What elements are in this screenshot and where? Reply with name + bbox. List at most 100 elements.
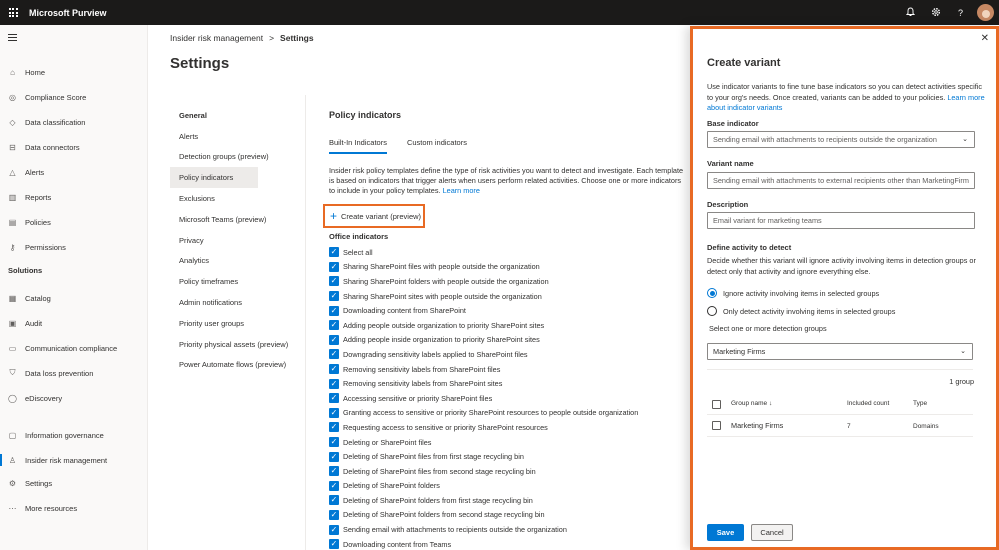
bell-icon[interactable]: [898, 7, 923, 19]
list-item[interactable]: ✓ Adding people inside organization to pr…: [329, 333, 638, 348]
list-item[interactable]: ✓ Removing sensitivity labels from ShareP…: [329, 362, 638, 377]
nav-item-insider-risk-management[interactable]: ♙ Insider risk management: [0, 450, 148, 470]
list-item[interactable]: ✓ Downgrading sensitivity labels applied …: [329, 347, 638, 362]
nav-item-policies[interactable]: ▤ Policies: [0, 212, 148, 232]
checkbox-checked[interactable]: ✓: [329, 305, 339, 316]
gear-icon[interactable]: [923, 7, 948, 19]
checkbox-checked[interactable]: ✓: [329, 422, 339, 433]
checkbox-checked[interactable]: ✓: [329, 495, 339, 506]
nav-item-permissions[interactable]: ⚷ Permissions: [0, 237, 148, 257]
settings-nav-item-privacy[interactable]: Privacy: [170, 230, 305, 251]
settings-nav-item-priority-user-groups[interactable]: Priority user groups: [170, 313, 305, 334]
app-launcher-icon[interactable]: [0, 0, 26, 25]
app-title[interactable]: Microsoft Purview: [29, 8, 107, 18]
list-item[interactable]: ✓ Deleting or SharePoint files: [329, 435, 638, 450]
settings-nav-item-exclusions[interactable]: Exclusions: [170, 188, 305, 209]
list-item[interactable]: ✓ Removing sensitivity labels from ShareP…: [329, 376, 638, 391]
list-item[interactable]: ✓ Sharing SharePoint folders with people …: [329, 274, 638, 289]
nav-item-information-governance[interactable]: ▢ Information governance: [0, 425, 148, 445]
checkbox-checked[interactable]: ✓: [329, 539, 339, 550]
column-included-count[interactable]: Included count: [847, 400, 889, 407]
column-type[interactable]: Type: [913, 400, 927, 407]
checkbox-checked[interactable]: ✓: [329, 320, 339, 331]
radio-button[interactable]: [707, 306, 717, 316]
checkbox-checked[interactable]: ✓: [329, 291, 339, 302]
create-variant-button[interactable]: + Create variant (preview): [323, 204, 425, 228]
table-row[interactable]: Marketing Firms 7 Domains: [707, 416, 973, 437]
variant-name-input[interactable]: Sending email with attachments to extern…: [707, 172, 975, 189]
checkbox-checked[interactable]: ✓: [329, 480, 339, 491]
checkbox-checked[interactable]: ✓: [329, 407, 339, 418]
checkbox-checked[interactable]: ✓: [329, 364, 339, 375]
help-icon[interactable]: ?: [948, 8, 973, 18]
avatar[interactable]: [977, 4, 994, 21]
list-item[interactable]: ✓ Sharing SharePoint files with people ou…: [329, 260, 638, 275]
list-item[interactable]: ✓ Deleting of SharePoint folders: [329, 479, 638, 494]
list-item[interactable]: ✓ Requesting access to sensitive or prior…: [329, 420, 638, 435]
list-item[interactable]: ✓ Accessing sensitive or priority SharePo…: [329, 391, 638, 406]
settings-nav-item-analytics[interactable]: Analytics: [170, 251, 305, 272]
settings-nav-item-detection-groups-preview[interactable]: Detection groups (preview): [170, 147, 305, 168]
list-item[interactable]: ✓ Downloading content from Teams: [329, 537, 638, 550]
list-item[interactable]: ✓ Deleting of SharePoint folders from sec…: [329, 508, 638, 523]
checkbox-checked[interactable]: ✓: [329, 261, 339, 272]
settings-nav-item-microsoft-teams-preview[interactable]: Microsoft Teams (preview): [170, 209, 305, 230]
nav-item-data-classification[interactable]: ◇ Data classification: [0, 112, 148, 132]
checkbox-checked[interactable]: ✓: [329, 334, 339, 345]
checkbox-checked[interactable]: ✓: [329, 393, 339, 404]
list-item[interactable]: ✓ Sending email with attachments to recip…: [329, 522, 638, 537]
description-input[interactable]: Email variant for marketing teams: [707, 212, 975, 229]
radio-ignore-activity[interactable]: Ignore activity involving items in selec…: [707, 288, 879, 298]
base-indicator-dropdown[interactable]: Sending email with attachments to recipi…: [707, 131, 975, 148]
tab-built-in[interactable]: Built-In Indicators: [329, 138, 387, 154]
nav-item-ediscovery[interactable]: ◯ eDiscovery: [0, 388, 148, 408]
checkbox-checked[interactable]: ✓: [329, 349, 339, 360]
row-checkbox[interactable]: [712, 421, 721, 430]
select-all-row[interactable]: ✓ Select all: [329, 245, 638, 260]
tab-custom[interactable]: Custom indicators: [407, 138, 467, 154]
checkbox-checked[interactable]: ✓: [329, 247, 339, 258]
learn-more-link[interactable]: Learn more: [443, 186, 480, 195]
checkbox-checked[interactable]: ✓: [329, 437, 339, 448]
nav-item-data-connectors[interactable]: ⊟ Data connectors: [0, 137, 148, 157]
nav-item-more-resources[interactable]: ⋯ More resources: [0, 498, 148, 518]
nav-item-settings[interactable]: ⚙ Settings: [0, 473, 148, 493]
cancel-button[interactable]: Cancel: [751, 524, 793, 541]
list-item[interactable]: ✓ Downloading content from SharePoint: [329, 303, 638, 318]
nav-item-catalog[interactable]: ▦ Catalog: [0, 288, 148, 308]
nav-item-home[interactable]: ⌂ Home: [0, 62, 148, 82]
settings-nav-item-priority-physical-assets-preview[interactable]: Priority physical assets (preview): [170, 334, 305, 355]
detection-groups-dropdown[interactable]: Marketing Firms ⌄: [707, 343, 973, 360]
checkbox-checked[interactable]: ✓: [329, 509, 339, 520]
checkbox-checked[interactable]: ✓: [329, 378, 339, 389]
radio-button-selected[interactable]: [707, 288, 717, 298]
close-icon[interactable]: ✕: [981, 33, 989, 44]
checkbox-checked[interactable]: ✓: [329, 524, 339, 535]
list-item[interactable]: ✓ Granting access to sensitive or priorit…: [329, 406, 638, 421]
breadcrumb-parent[interactable]: Insider risk management: [170, 33, 263, 43]
save-button[interactable]: Save: [707, 524, 744, 541]
nav-item-data-loss-prevention[interactable]: ⛉ Data loss prevention: [0, 363, 148, 383]
settings-nav-item-alerts[interactable]: Alerts: [170, 126, 305, 147]
nav-item-audit[interactable]: ▣ Audit: [0, 313, 148, 333]
checkbox-checked[interactable]: ✓: [329, 276, 339, 287]
settings-nav-item-power-automate-flows-preview[interactable]: Power Automate flows (preview): [170, 355, 305, 376]
settings-nav-item-admin-notifications[interactable]: Admin notifications: [170, 292, 305, 313]
column-group-name[interactable]: Group name ↓: [731, 400, 772, 407]
checkbox-checked[interactable]: ✓: [329, 451, 339, 462]
radio-only-detect[interactable]: Only detect activity involving items in …: [707, 306, 895, 316]
nav-item-communication-compliance[interactable]: ▭ Communication compliance: [0, 338, 148, 358]
nav-item-compliance-score[interactable]: ◎ Compliance Score: [0, 87, 148, 107]
list-item[interactable]: ✓ Deleting of SharePoint folders from fir…: [329, 493, 638, 508]
settings-nav-item-policy-timeframes[interactable]: Policy timeframes: [170, 271, 305, 292]
list-item[interactable]: ✓ Deleting of SharePoint files from secon…: [329, 464, 638, 479]
nav-item-reports[interactable]: ▥ Reports: [0, 187, 148, 207]
hamburger-icon[interactable]: [8, 34, 17, 43]
checkbox-checked[interactable]: ✓: [329, 466, 339, 477]
list-item[interactable]: ✓ Sharing SharePoint sites with people ou…: [329, 289, 638, 304]
settings-nav-header[interactable]: General: [170, 105, 305, 126]
list-item[interactable]: ✓ Deleting of SharePoint files from first…: [329, 449, 638, 464]
select-all-checkbox[interactable]: [712, 400, 721, 409]
nav-item-alerts[interactable]: △ Alerts: [0, 162, 148, 182]
list-item[interactable]: ✓ Adding people outside organization to p…: [329, 318, 638, 333]
